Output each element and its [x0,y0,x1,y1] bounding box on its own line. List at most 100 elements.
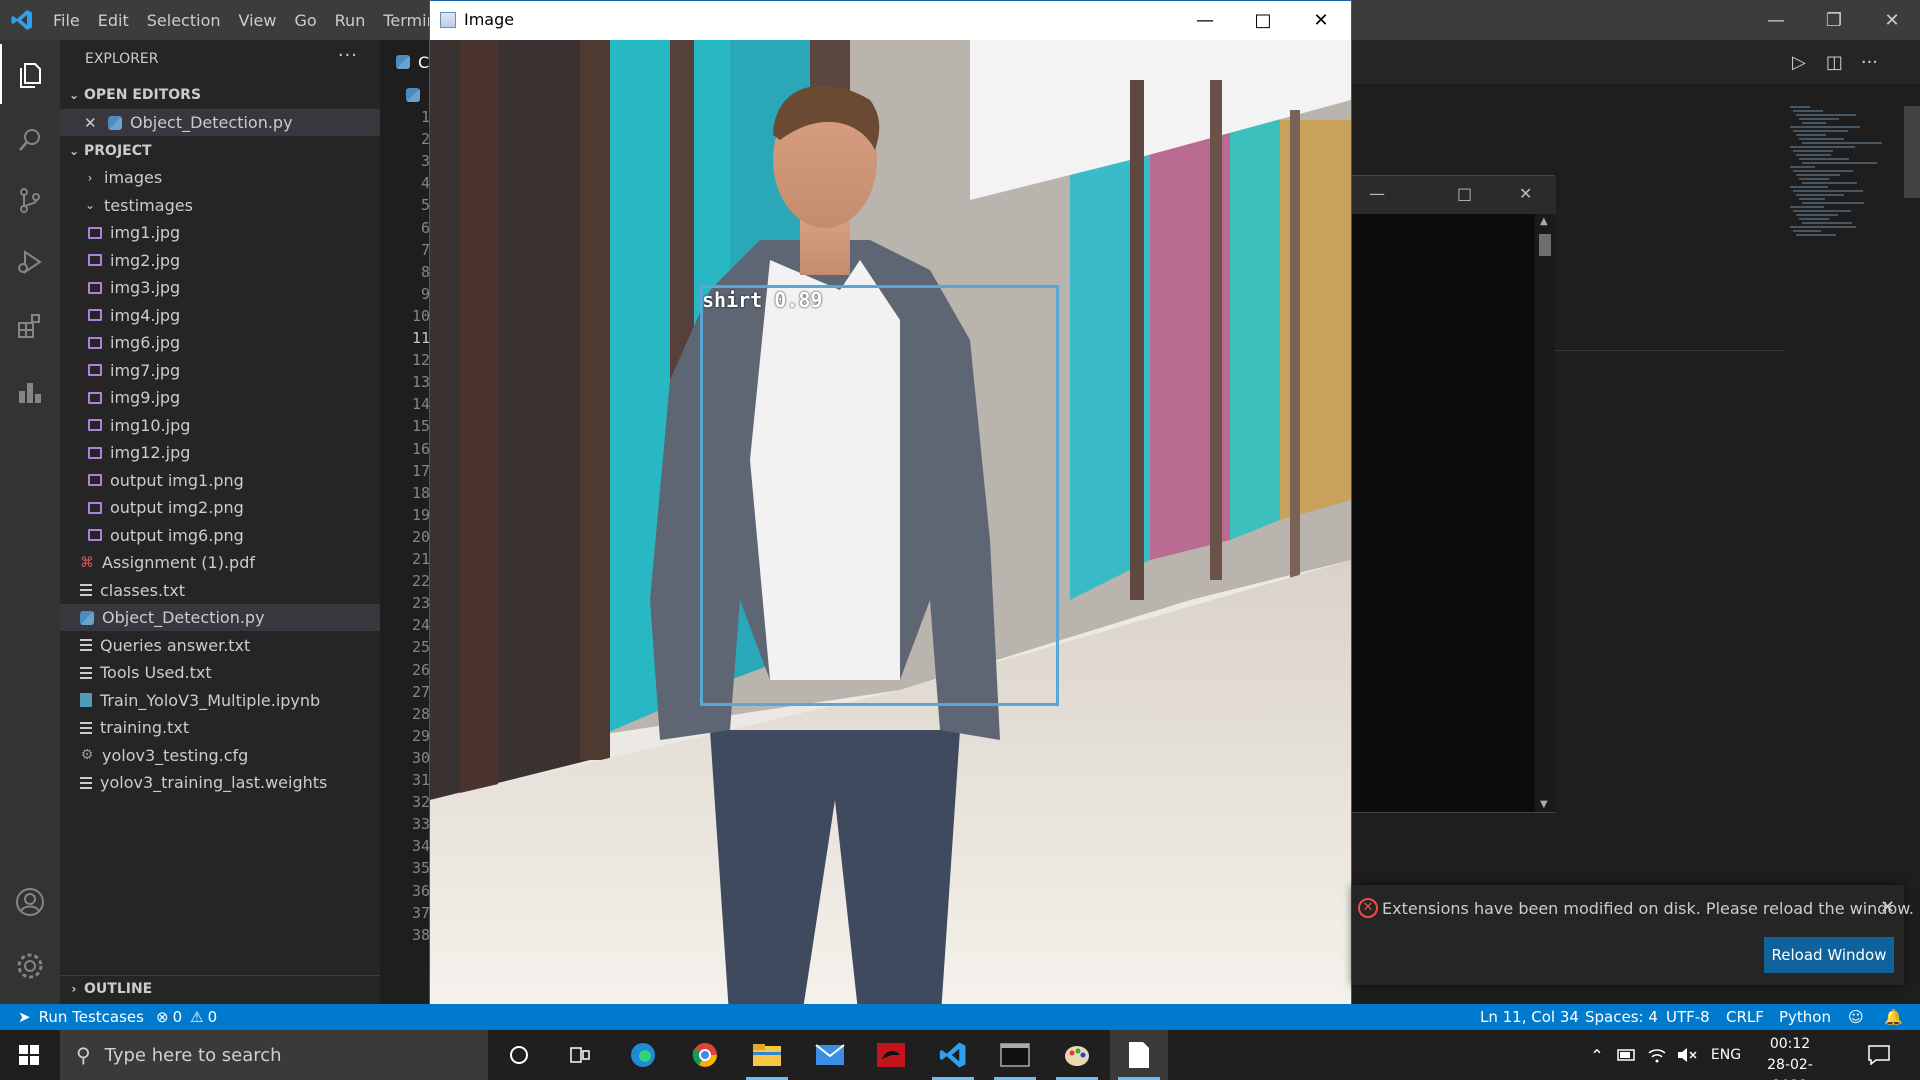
taskbar-clock[interactable]: 00:12 28-02-2021 [1752,1034,1828,1080]
volume-muted-icon[interactable] [1672,1030,1702,1080]
windows-start-icon[interactable] [0,1030,58,1080]
console-maximize-icon[interactable]: □ [1457,184,1472,203]
indentation[interactable]: Spaces: 4 [1585,1004,1658,1030]
file-item[interactable]: img1.jpg [60,219,380,246]
notepad-icon[interactable] [1110,1030,1168,1080]
menu-file[interactable]: File [44,11,89,30]
cortana-icon[interactable] [490,1030,548,1080]
action-center-icon[interactable] [1850,1030,1908,1080]
file-item[interactable]: Train_YoloV3_Multiple.ipynb [60,687,380,714]
file-item[interactable]: training.txt [60,714,380,741]
console-scroll-thumb[interactable] [1539,234,1551,256]
file-item[interactable]: img4.jpg [60,302,380,329]
console-window[interactable]: — □ ✕ ▲ ▼ [1350,175,1556,813]
menu-view[interactable]: View [230,11,286,30]
minimap-line [1799,178,1829,180]
image-close-icon[interactable]: ✕ [1292,1,1350,40]
close-editor-icon[interactable]: ✕ [84,114,102,132]
cursor-position[interactable]: Ln 11, Col 34 [1480,1004,1579,1030]
encoding[interactable]: UTF-8 [1666,1004,1710,1030]
open-editors-section[interactable]: ⌄ OPEN EDITORS [60,81,380,108]
chrome-icon[interactable] [676,1030,734,1080]
mail-icon[interactable] [801,1030,859,1080]
file-item[interactable]: img12.jpg [60,439,380,466]
file-item[interactable]: img7.jpg [60,357,380,384]
restore-icon[interactable]: ❐ [1804,0,1864,40]
minimap-line [1799,118,1839,120]
menu-run[interactable]: Run [326,11,375,30]
image-maximize-icon[interactable]: □ [1234,1,1292,40]
minimize-icon[interactable]: — [1746,0,1806,40]
taskbar-search-box[interactable]: ⚲ Type here to search [60,1030,488,1080]
notifications-bell-icon[interactable]: 🔔 [1884,1004,1903,1030]
file-explorer-icon[interactable] [738,1030,796,1080]
vscode-taskbar-icon[interactable] [924,1030,982,1080]
run-debug-icon[interactable] [0,232,60,292]
reload-window-button[interactable]: Reload Window [1764,937,1894,973]
file-item[interactable]: Queries answer.txt [60,632,380,659]
console-scrollbar[interactable]: ▲ ▼ [1535,214,1555,812]
image-minimize-icon[interactable]: — [1176,1,1234,40]
file-item[interactable]: img2.jpg [60,247,380,274]
editor-more-icon[interactable]: ··· [1861,52,1878,73]
console-close-icon[interactable]: ✕ [1519,184,1532,203]
feedback-icon[interactable]: ☺ [1848,1004,1864,1030]
line-ending[interactable]: CRLF [1726,1004,1764,1030]
image-file-icon [88,281,102,294]
folder-item[interactable]: ⌄ testimages [60,192,380,219]
wifi-icon[interactable] [1642,1030,1672,1080]
edge-icon[interactable] [614,1030,672,1080]
task-view-icon[interactable] [551,1030,609,1080]
run-file-icon[interactable]: ▷ [1792,52,1806,73]
scroll-up-icon[interactable]: ▲ [1540,216,1548,227]
file-item[interactable]: Object_Detection.py [60,604,380,631]
input-language[interactable]: ENG [1704,1030,1748,1080]
split-editor-icon[interactable]: ◫ [1826,52,1843,73]
file-item[interactable]: output img6.png [60,522,380,549]
notification-close-icon[interactable]: ✕ [1880,897,1895,918]
file-item[interactable]: img10.jpg [60,412,380,439]
show-hidden-icons[interactable]: ⌃ [1582,1030,1612,1080]
file-item[interactable]: ⌘ Assignment (1).pdf [60,549,380,576]
tree-item-label: classes.txt [100,580,185,600]
file-item[interactable]: img3.jpg [60,274,380,301]
source-control-icon[interactable] [0,170,60,230]
file-item[interactable]: output img1.png [60,467,380,494]
menu-go[interactable]: Go [285,11,325,30]
charts-icon[interactable] [0,362,60,422]
language-mode[interactable]: Python [1779,1004,1831,1030]
image-window[interactable]: Image — □ ✕ shirt 0.89 [429,0,1352,1030]
problems-item[interactable]: ⊗ 0 ⚠ 0 [156,1004,217,1030]
open-editor-item[interactable]: ✕ Object_Detection.py [60,109,380,136]
line-number: 15 [411,417,430,436]
explorer-icon[interactable] [0,44,60,104]
paint-icon[interactable] [1048,1030,1106,1080]
manage-gear-icon[interactable] [0,936,60,996]
file-item[interactable]: classes.txt [60,577,380,604]
file-item[interactable]: output img2.png [60,494,380,521]
minimap[interactable] [1790,106,1900,246]
terminal-icon[interactable] [986,1030,1044,1080]
file-item[interactable]: Tools Used.txt [60,659,380,686]
run-testcases-item[interactable]: ➤ Run Testcases [18,1004,144,1030]
file-item[interactable]: img9.jpg [60,384,380,411]
scroll-down-icon[interactable]: ▼ [1540,799,1548,810]
menu-edit[interactable]: Edit [89,11,138,30]
project-section[interactable]: ⌄ PROJECT [60,137,380,164]
console-minimize-icon[interactable]: — [1369,184,1385,203]
editor-scrollbar[interactable] [1904,106,1920,198]
search-icon[interactable] [0,110,60,170]
account-icon[interactable] [0,872,60,932]
outline-section[interactable]: › OUTLINE [60,975,380,1002]
file-item[interactable]: yolov3_training_last.weights [60,769,380,796]
more-actions-icon[interactable]: ··· [338,45,358,66]
close-icon[interactable]: ✕ [1862,0,1920,40]
file-item[interactable]: ⚙ yolov3_testing.cfg [60,742,380,769]
minimap-line [1790,186,1828,188]
app-red-icon[interactable] [862,1030,920,1080]
battery-icon[interactable] [1612,1030,1642,1080]
file-item[interactable]: img6.jpg [60,329,380,356]
extensions-icon[interactable] [0,296,60,356]
menu-selection[interactable]: Selection [138,11,230,30]
folder-item[interactable]: › images [60,164,380,191]
